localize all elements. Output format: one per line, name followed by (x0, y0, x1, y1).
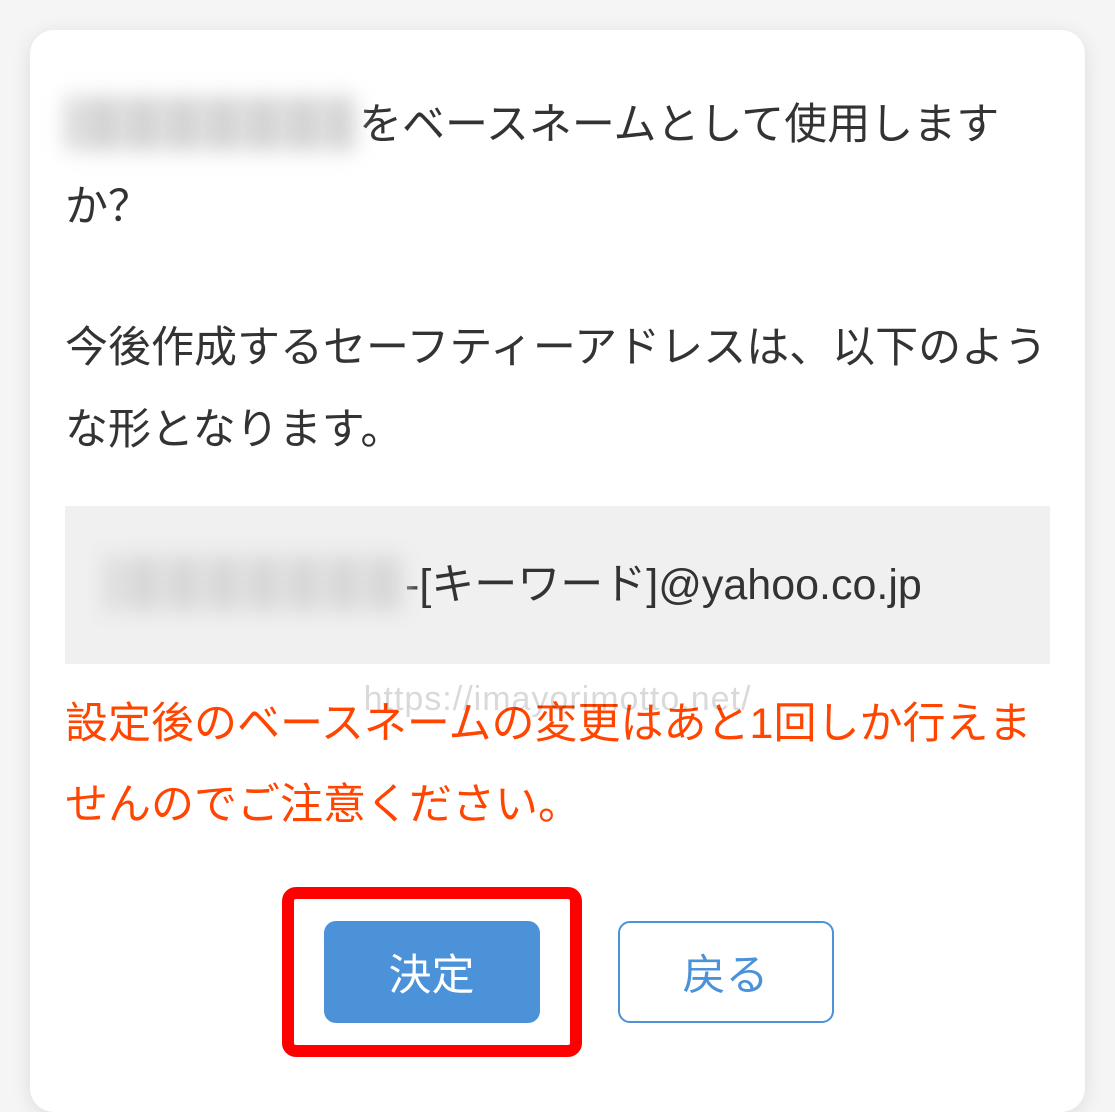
question-text: をベースネームとして使用しますか？ (65, 85, 1050, 248)
back-button-label: 戻る (683, 941, 769, 1003)
back-button[interactable]: 戻る (618, 921, 834, 1023)
address-example-box: -[キーワード]@yahoo.co.jp (65, 506, 1050, 664)
confirm-button-label: 決定 (389, 941, 475, 1003)
confirm-button[interactable]: 決定 (324, 921, 540, 1023)
confirm-basename-dialog: をベースネームとして使用しますか？ 今後作成するセーフティーアドレスは、以下のよ… (30, 30, 1085, 1112)
redacted-basename (65, 96, 355, 151)
description-text: 今後作成するセーフティーアドレスは、以下のような形となります。 (65, 308, 1050, 471)
confirm-button-highlight: 決定 (282, 887, 582, 1057)
redacted-basename-in-address (105, 556, 405, 611)
button-row: 決定 戻る (65, 887, 1050, 1057)
warning-text: 設定後のベースネームの変更はあと1回しか行えませんのでご注意ください。 (65, 684, 1050, 847)
address-suffix: -[キーワード]@yahoo.co.jp (405, 561, 922, 609)
